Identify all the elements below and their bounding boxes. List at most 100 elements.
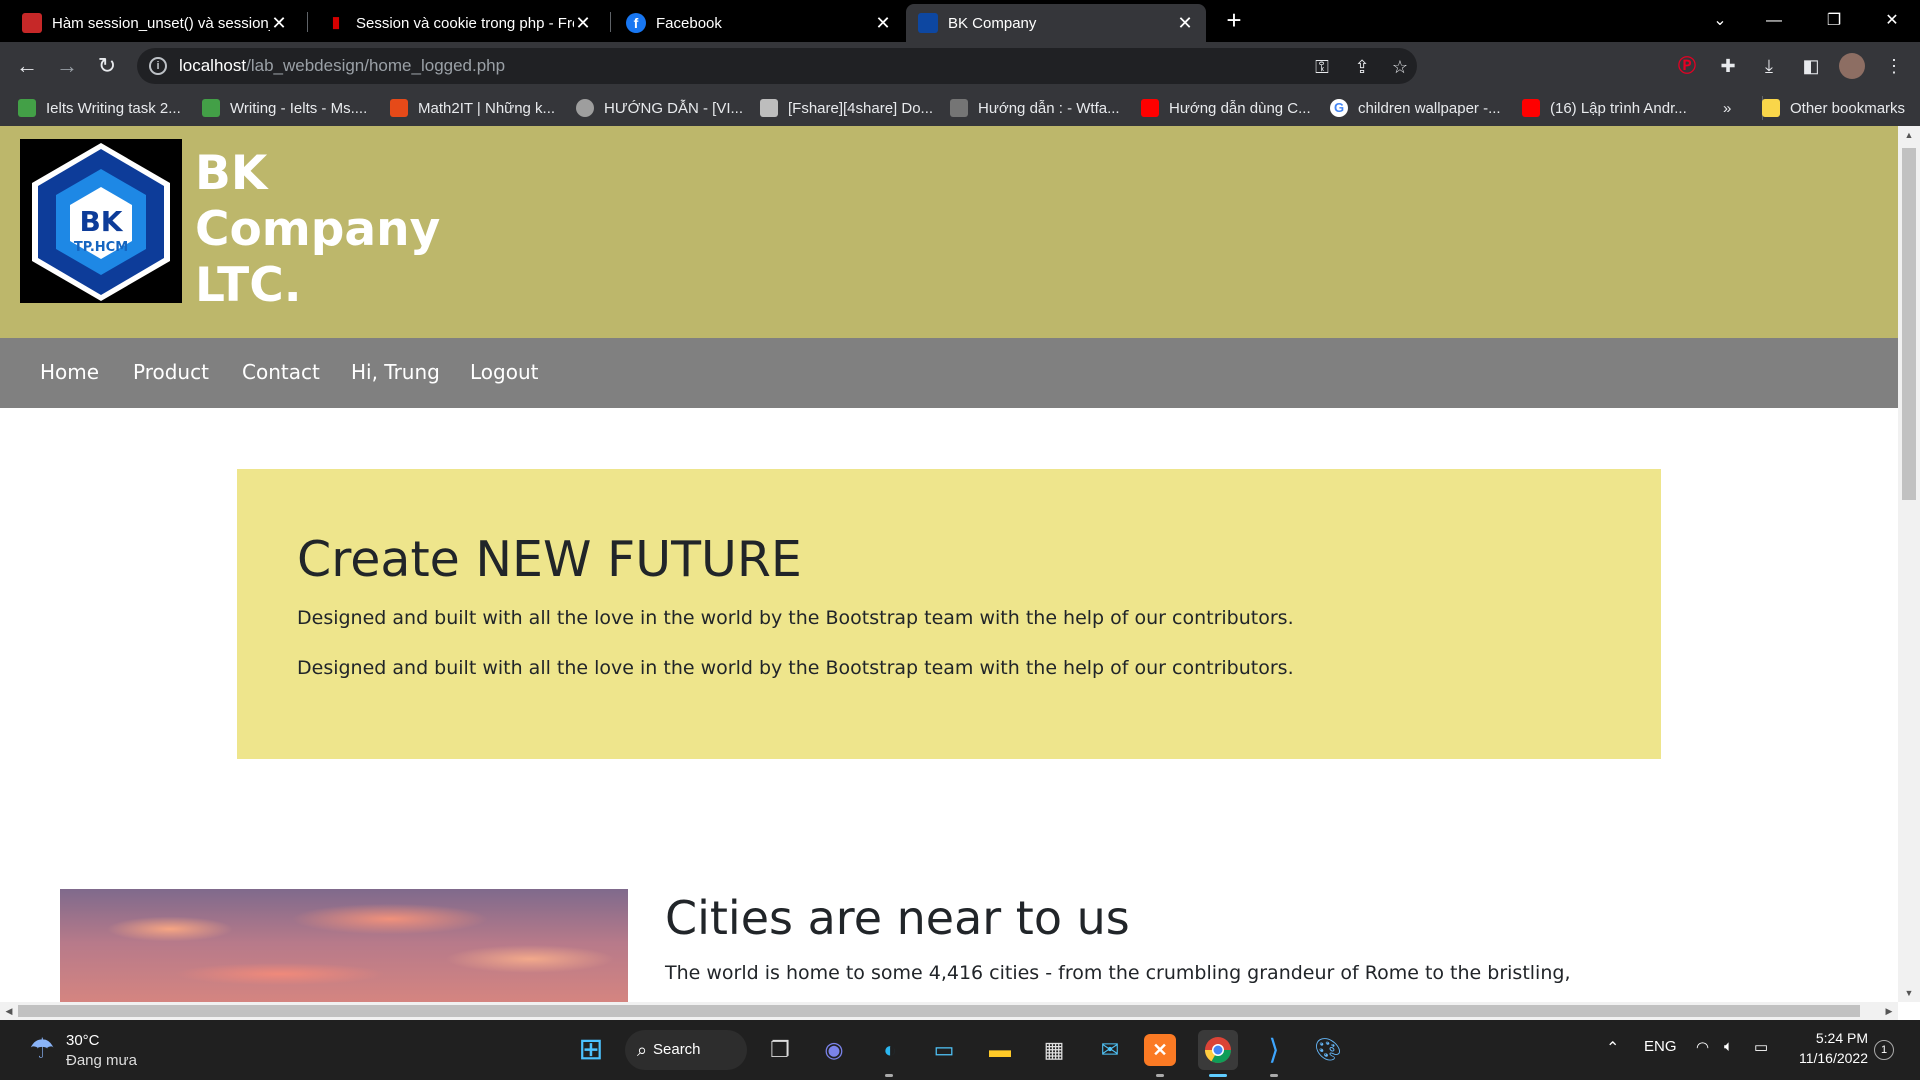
url-text: localhost/lab_webdesign/home_logged.php (179, 56, 506, 75)
avatar[interactable] (1839, 53, 1865, 79)
nav-home[interactable]: Home (40, 360, 99, 384)
tab-favicon (22, 13, 42, 33)
battery-icon[interactable]: ▭ (1754, 1038, 1768, 1056)
star-icon[interactable]: ☆ (1389, 56, 1411, 78)
microsoft-store-icon[interactable]: ▦ (1034, 1030, 1074, 1070)
brand-name: BK Company LTC. (195, 146, 441, 313)
jumbotron-title: Create NEW FUTURE (297, 531, 802, 588)
edge-icon[interactable]: ◐ (870, 1030, 910, 1070)
close-window-button[interactable]: ✕ (1872, 6, 1912, 36)
xampp-icon[interactable]: ✕ (1144, 1034, 1176, 1066)
page-viewport: BK TP.HCM BK Company LTC. Home Product C… (0, 126, 1898, 1002)
volume-icon[interactable]: 🔈︎ (1724, 1038, 1733, 1055)
bookmarks-overflow-button[interactable]: » (1723, 96, 1731, 120)
other-bookmarks[interactable]: Other bookmarks (1762, 96, 1905, 120)
vscode-icon[interactable]: ⟩ (1254, 1030, 1294, 1070)
jumbotron-paragraph: Designed and built with all the love in … (297, 607, 1294, 629)
download-icon[interactable]: ⤓ (1755, 52, 1783, 80)
tab-search-chevron-icon[interactable]: ⌄ (1700, 6, 1740, 36)
app-running-indicator (1270, 1074, 1278, 1077)
pinterest-icon[interactable]: Ⓟ (1673, 52, 1701, 80)
key-icon[interactable]: ⚿ (1311, 56, 1333, 78)
nav-logout[interactable]: Logout (470, 360, 538, 384)
extensions-icon[interactable]: ✚ (1714, 52, 1742, 80)
clock-time[interactable]: 5:24 PM (1808, 1030, 1868, 1046)
tab-bk-company[interactable]: BK Company ✕ (906, 4, 1206, 42)
bookmark-favicon-icon (950, 99, 968, 117)
scroll-up-icon[interactable]: ▲ (1898, 126, 1920, 144)
tab-facebook[interactable]: f Facebook ✕ (614, 4, 904, 42)
browser-toolbar: ← → ↻ i localhost/lab_webdesign/home_log… (0, 42, 1920, 90)
site-info-icon[interactable]: i (149, 57, 167, 75)
windows-start-icon[interactable]: ⊞ (571, 1030, 611, 1070)
address-bar[interactable]: i localhost/lab_webdesign/home_logged.ph… (137, 48, 1417, 84)
bk-logo[interactable]: BK TP.HCM (20, 139, 182, 303)
teams-chat-icon[interactable]: ◉ (814, 1030, 854, 1070)
scroll-left-icon[interactable]: ◀ (0, 1002, 18, 1020)
back-arrow-icon[interactable]: ← (13, 52, 41, 80)
bookmark-item[interactable]: Hướng dẫn : - Wtfa... (950, 96, 1120, 120)
scrollbar-thumb[interactable] (1902, 148, 1916, 500)
mail-icon[interactable]: ✉ (1090, 1030, 1130, 1070)
city-sunset-image (60, 889, 628, 1002)
reload-icon[interactable]: ↻ (93, 52, 121, 80)
globe-icon (576, 99, 594, 117)
bookmarks-bar: Ielts Writing task 2... Writing - Ielts … (0, 90, 1920, 126)
bookmark-item[interactable]: (16) Lập trình Andr... (1522, 96, 1687, 120)
close-icon[interactable]: ✕ (874, 13, 892, 34)
file-explorer-icon[interactable]: ▬ (980, 1030, 1020, 1070)
chevron-up-icon[interactable]: ⌃ (1606, 1038, 1619, 1058)
chrome-icon[interactable] (1198, 1030, 1238, 1070)
scrollbar-thumb[interactable] (18, 1005, 1860, 1017)
new-tab-button[interactable]: + (1222, 7, 1246, 34)
side-panel-icon[interactable]: ◧ (1797, 52, 1825, 80)
remote-desktop-icon[interactable]: ▭ (924, 1030, 964, 1070)
cities-text: The world is home to some 4,416 cities -… (665, 962, 1571, 984)
bookmark-item[interactable]: Math2IT | Những k... (390, 96, 555, 120)
notification-badge[interactable]: 1 (1874, 1040, 1894, 1060)
horizontal-scrollbar[interactable]: ◀ ▶ (0, 1002, 1898, 1020)
taskbar-search[interactable]: ⌕ Search (625, 1030, 747, 1070)
nav-user-greeting[interactable]: Hi, Trung (351, 360, 440, 384)
menu-kebab-icon[interactable]: ⋮ (1880, 52, 1908, 80)
cities-heading: Cities are near to us (665, 891, 1130, 945)
paint-icon[interactable]: 🎨︎ (1308, 1030, 1348, 1070)
youtube-icon (1522, 99, 1540, 117)
bookmark-item[interactable]: Hướng dẫn dùng C... (1141, 96, 1311, 120)
rain-umbrella-icon[interactable]: ☂ (24, 1032, 60, 1068)
close-icon[interactable]: ✕ (574, 13, 592, 34)
language-indicator[interactable]: ENG (1644, 1038, 1677, 1055)
clock-date[interactable]: 11/16/2022 (1790, 1050, 1868, 1066)
bookmark-item[interactable]: [Fshare][4share] Do... (760, 96, 933, 120)
svg-text:TP.HCM: TP.HCM (74, 240, 128, 255)
folder-icon (1762, 99, 1780, 117)
close-icon[interactable]: ✕ (270, 13, 288, 34)
bookmark-item[interactable]: Ielts Writing task 2... (18, 96, 181, 120)
tab-session-cookie[interactable]: ▮ Session và cookie trong php - Fre ✕ (314, 4, 604, 42)
tab-session-unset[interactable]: Hàm session_unset() và session_d ✕ (10, 4, 300, 42)
weather-description[interactable]: Đang mưa (66, 1052, 137, 1069)
bookmark-item[interactable]: Writing - Ielts - Ms.... (202, 96, 367, 120)
nav-product[interactable]: Product (133, 360, 209, 384)
tab-title: BK Company (948, 14, 1037, 32)
scroll-down-icon[interactable]: ▼ (1898, 984, 1920, 1002)
bookmark-item[interactable]: HƯỚNG DẪN - [VI... (576, 96, 743, 120)
minimize-button[interactable]: — (1754, 6, 1794, 36)
tab-title: Facebook (656, 14, 722, 32)
scroll-right-icon[interactable]: ▶ (1880, 1002, 1898, 1020)
svg-text:BK: BK (79, 205, 123, 238)
weather-temperature[interactable]: 30°C (66, 1032, 100, 1049)
windows-taskbar: ☂ 30°C Đang mưa ⊞ ⌕ Search ❐ ◉ ◐ ▭ ▬ ▦ ✉ … (0, 1020, 1920, 1080)
app-running-indicator (1156, 1074, 1164, 1077)
google-icon: G (1330, 99, 1348, 117)
site-nav: Home Product Contact Hi, Trung Logout (0, 338, 1898, 408)
task-view-icon[interactable]: ❐ (760, 1030, 800, 1070)
restore-button[interactable]: ❐ (1814, 6, 1854, 36)
wifi-icon[interactable]: ◠ (1696, 1038, 1709, 1056)
close-icon[interactable]: ✕ (1176, 13, 1194, 34)
share-icon[interactable]: ⇪ (1351, 56, 1373, 78)
forward-arrow-icon[interactable]: → (53, 52, 81, 80)
bookmark-item[interactable]: Gchildren wallpaper -... (1330, 96, 1501, 120)
nav-contact[interactable]: Contact (242, 360, 320, 384)
vertical-scrollbar[interactable]: ▲ ▼ (1898, 126, 1920, 1002)
